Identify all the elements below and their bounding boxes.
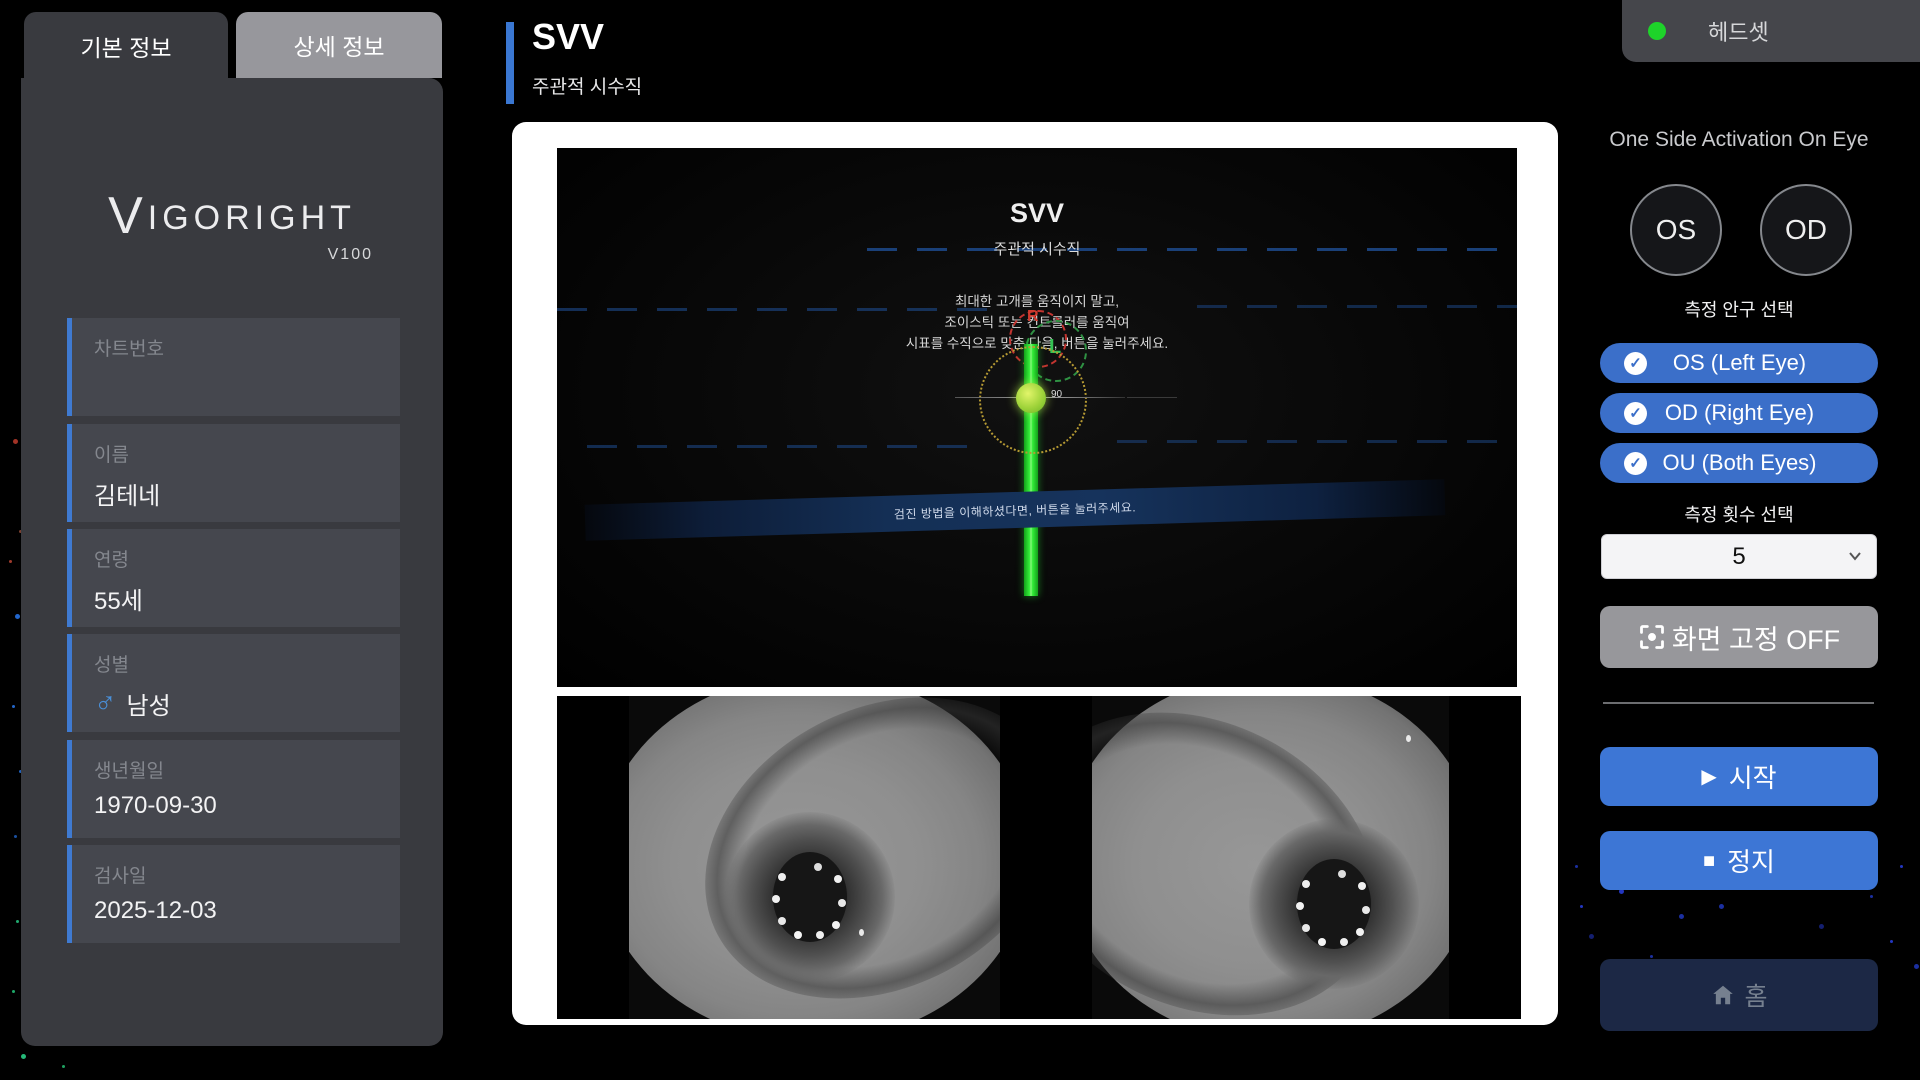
page-subtitle: 주관적 시수직 (532, 72, 642, 99)
field-name[interactable]: 이름 김테네 (67, 424, 400, 522)
stop-label: 정지 (1727, 842, 1775, 879)
field-value: 2025-12-03 (94, 897, 400, 925)
svv-angle-label: 90 (1051, 389, 1062, 400)
home-icon (1710, 982, 1736, 1008)
page-title: SVV (532, 16, 604, 58)
chevron-down-icon (1848, 551, 1862, 561)
field-age[interactable]: 연령 55세 (67, 529, 400, 627)
field-label: 차트번호 (94, 334, 400, 361)
eye-button-ou-both[interactable]: ✓ OU (Both Eyes) (1600, 443, 1878, 483)
start-label: 시작 (1729, 758, 1777, 795)
reflection-speck (1406, 735, 1411, 742)
right-eye-camera (1092, 696, 1449, 1019)
check-circle-icon: ✓ (1624, 452, 1647, 475)
eye-button-os-left[interactable]: ✓ OS (Left Eye) (1600, 343, 1878, 383)
vr-screen-mirror: SVV 주관적 시수직 최대한 고개를 움직이지 말고, 조이스틱 또는 컨트롤… (557, 148, 1517, 687)
field-label: 생년월일 (94, 756, 400, 783)
check-circle-icon: ✓ (1624, 352, 1647, 375)
dashed-horizon-line (587, 445, 987, 448)
home-label: 홈 (1744, 977, 1767, 1013)
field-value: 55세 (94, 581, 400, 616)
male-icon: ♂ (94, 692, 117, 716)
measure-count-value: 5 (1732, 543, 1745, 571)
vigoright-logo: VIGORIGHT V100 (21, 186, 443, 264)
headset-label: 헤드셋 (1708, 15, 1769, 47)
check-circle-icon: ✓ (1624, 402, 1647, 425)
field-label: 성별 (94, 650, 400, 677)
eye-select-label: 측정 안구 선택 (1599, 296, 1879, 322)
play-icon: ▶ (1701, 767, 1716, 787)
home-button[interactable]: 홈 (1600, 959, 1878, 1031)
screen-lock-label: 화면 고정 OFF (1672, 618, 1840, 657)
od-circle-label: OD (1785, 214, 1827, 246)
field-label: 검사일 (94, 861, 400, 888)
os-circle-label: OS (1656, 214, 1696, 246)
screen-lock-toggle-button[interactable]: 화면 고정 OFF (1600, 606, 1878, 668)
tab-detail-label: 상세 정보 (293, 28, 384, 62)
field-value: 남성 (127, 686, 171, 721)
ir-reflection-dots (1334, 904, 1338, 908)
logo-initial: V (108, 187, 148, 245)
panel-divider (1603, 702, 1874, 704)
headset-connected-dot (1648, 22, 1666, 40)
screen-focus-icon (1638, 623, 1666, 651)
reflection-speck (859, 929, 864, 936)
measure-count-label: 측정 횟수 선택 (1599, 501, 1879, 527)
field-value: 김테네 (94, 476, 400, 511)
tab-basic-label: 기본 정보 (80, 29, 171, 63)
eye-camera-strip (557, 696, 1521, 1019)
patient-sidebar: VIGORIGHT V100 차트번호 이름 김테네 연령 55세 성별 ♂ 남… (21, 78, 443, 1046)
title-accent-bar (506, 22, 514, 104)
od-eye-toggle[interactable]: OD (1760, 184, 1852, 276)
banner-text: 검진 방법을 이해하셨다면, 버튼을 눌러주세요. (894, 498, 1137, 522)
start-button[interactable]: ▶ 시작 (1600, 747, 1878, 806)
particle-background-left (4, 430, 7, 433)
vr-title: SVV (557, 198, 1517, 229)
measure-count-select[interactable]: 5 (1601, 534, 1877, 579)
vr-instruction-banner: 검진 방법을 이해하셨다면, 버튼을 눌러주세요. (585, 479, 1446, 540)
dashed-horizon-line (1117, 440, 1507, 443)
one-side-activation-title: One Side Activation On Eye (1599, 128, 1879, 152)
field-chart-number[interactable]: 차트번호 (67, 318, 400, 416)
eye-button-label: OD (Right Eye) (1647, 400, 1832, 426)
stop-button[interactable]: ■ 정지 (1600, 831, 1878, 890)
left-eye-camera (629, 696, 1000, 1019)
stop-icon: ■ (1703, 851, 1715, 871)
field-value: 1970-09-30 (94, 792, 400, 820)
particle-background-right (1560, 845, 1563, 848)
field-exam-date[interactable]: 검사일 2025-12-03 (67, 845, 400, 943)
eye-button-label: OS (Left Eye) (1647, 350, 1832, 376)
tab-detail-info[interactable]: 상세 정보 (236, 12, 442, 78)
field-label: 연령 (94, 545, 400, 572)
os-eye-toggle[interactable]: OS (1630, 184, 1722, 276)
field-gender[interactable]: 성별 ♂ 남성 (67, 634, 400, 732)
logo-model: V100 (21, 246, 443, 264)
right-eye-marker-label: R (1027, 308, 1039, 326)
tab-basic-info[interactable]: 기본 정보 (24, 12, 228, 80)
eye-button-label: OU (Both Eyes) (1647, 450, 1832, 476)
svv-center-target (1016, 383, 1046, 413)
field-birthdate[interactable]: 생년월일 1970-09-30 (67, 740, 400, 838)
logo-text: IGORIGHT (148, 199, 356, 237)
headset-status: 헤드셋 (1622, 0, 1920, 62)
field-label: 이름 (94, 440, 400, 467)
vr-subtitle: 주관적 시수직 (557, 238, 1517, 259)
eye-button-od-right[interactable]: ✓ OD (Right Eye) (1600, 393, 1878, 433)
svv-horizontal-guide (1127, 397, 1177, 398)
